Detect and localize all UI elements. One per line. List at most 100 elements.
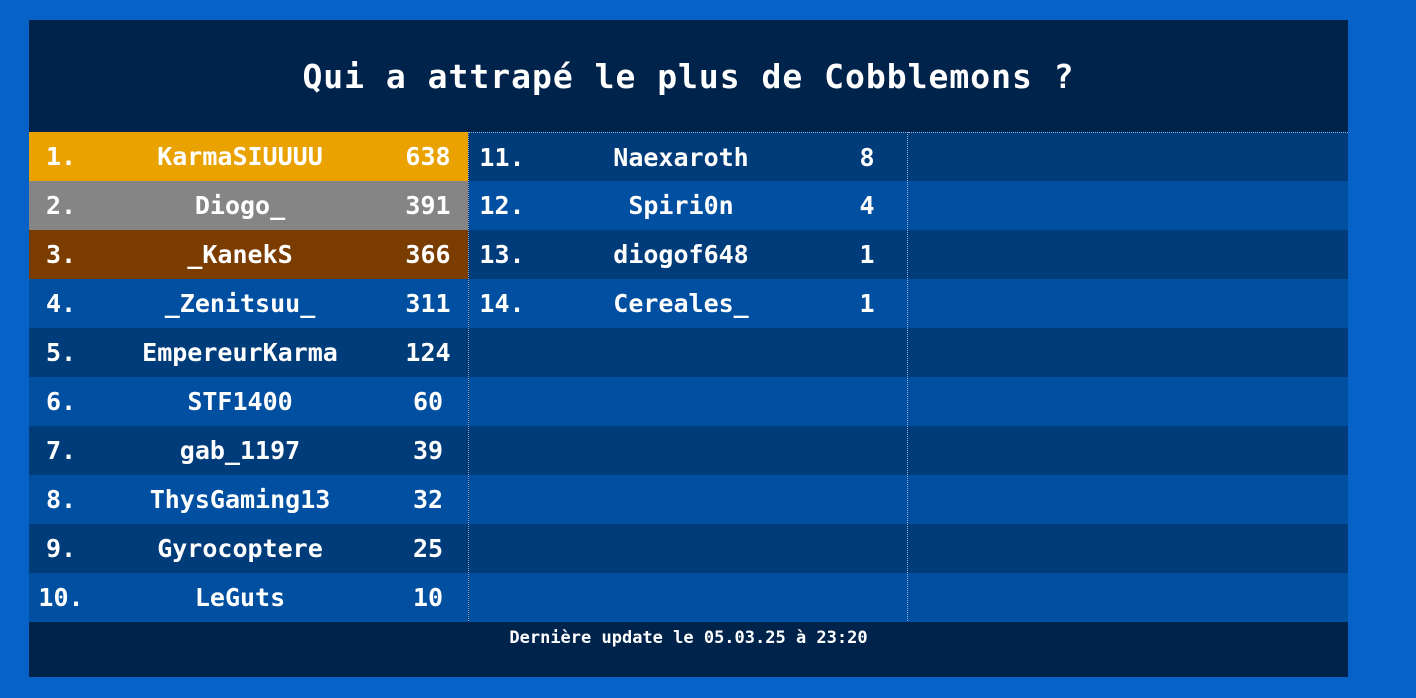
player-score (1266, 475, 1348, 524)
player-name (535, 524, 827, 573)
leaderboard-row (908, 181, 1348, 230)
player-rank: 1. (45, 142, 77, 171)
player-rank: 10. (38, 583, 84, 612)
leaderboard-panel: Qui a attrapé le plus de Cobblemons ? 1.… (29, 20, 1348, 677)
player-score (1266, 230, 1348, 279)
player-name (535, 377, 827, 426)
leaderboard-row: 7. gab_1197 39 (29, 426, 468, 475)
player-score: 638 (405, 142, 451, 171)
player-rank (908, 475, 972, 524)
player-rank (908, 573, 972, 622)
leaderboard-row (908, 426, 1348, 475)
player-rank (908, 279, 972, 328)
player-name: Cereales_ (613, 289, 749, 318)
player-score (1266, 133, 1348, 182)
player-rank: 6. (45, 387, 77, 416)
leaderboard-row: 6. STF1400 60 (29, 377, 468, 426)
player-name: Naexaroth (613, 143, 749, 172)
player-rank (469, 426, 535, 475)
player-score (1266, 181, 1348, 230)
leaderboard-row: 12. Spiri0n 4 (469, 181, 908, 230)
player-score: 311 (405, 289, 451, 318)
leaderboard-row (908, 377, 1348, 426)
player-score (1266, 328, 1348, 377)
last-update-text: Dernière update le 05.03.25 à 23:20 (509, 628, 868, 648)
leaderboard-row (469, 524, 908, 573)
player-score (827, 524, 907, 573)
leaderboard-row: 8. ThysGaming13 32 (29, 475, 468, 524)
leaderboard-row (908, 279, 1348, 328)
leaderboard-row (908, 524, 1348, 573)
player-rank: 11. (479, 143, 525, 172)
player-rank (908, 524, 972, 573)
player-score: 8 (859, 143, 875, 172)
player-name (535, 426, 827, 475)
leaderboard-column-3 (907, 132, 1348, 622)
player-rank: 5. (45, 338, 77, 367)
player-name: gab_1197 (179, 436, 301, 465)
leaderboard-row: 14. Cereales_ 1 (469, 279, 908, 328)
player-score (1266, 573, 1348, 622)
player-rank (908, 181, 972, 230)
leaderboard-row: 10. LeGuts 10 (29, 573, 468, 622)
player-score: 39 (412, 436, 444, 465)
player-score (1266, 279, 1348, 328)
player-name (972, 524, 1266, 573)
player-rank (908, 230, 972, 279)
player-name (972, 426, 1266, 475)
player-score: 10 (412, 583, 444, 612)
player-rank (469, 475, 535, 524)
player-name (535, 328, 827, 377)
player-rank (908, 377, 972, 426)
player-name: Gyrocoptere (157, 534, 323, 563)
player-rank (469, 328, 535, 377)
player-rank: 13. (479, 240, 525, 269)
player-name: EmpereurKarma (142, 338, 338, 367)
player-name: ThysGaming13 (149, 485, 331, 514)
leaderboard-row (469, 475, 908, 524)
player-score: 32 (412, 485, 444, 514)
player-score (1266, 426, 1348, 475)
player-score (1266, 377, 1348, 426)
player-name (972, 328, 1266, 377)
player-rank (469, 573, 535, 622)
player-name (535, 475, 827, 524)
player-rank: 7. (45, 436, 77, 465)
player-score (827, 573, 907, 622)
leaderboard-row: 9. Gyrocoptere 25 (29, 524, 468, 573)
leaderboard-row (469, 573, 908, 622)
player-score: 391 (405, 191, 451, 220)
player-name: _KanekS (187, 240, 293, 269)
player-name (972, 133, 1266, 182)
player-name: diogof648 (613, 240, 749, 269)
leaderboard-title: Qui a attrapé le plus de Cobblemons ? (302, 56, 1075, 96)
player-rank: 12. (479, 191, 525, 220)
player-rank (908, 426, 972, 475)
leaderboard-row: 13. diogof648 1 (469, 230, 908, 279)
player-rank: 4. (45, 289, 77, 318)
player-name: LeGuts (194, 583, 286, 612)
player-name (972, 475, 1266, 524)
player-rank (908, 133, 972, 182)
player-score: 366 (405, 240, 451, 269)
player-rank: 14. (479, 289, 525, 318)
player-rank (908, 328, 972, 377)
player-score: 124 (405, 338, 451, 367)
player-rank (469, 524, 535, 573)
leaderboard-row: 2. Diogo_ 391 (29, 181, 468, 230)
player-score: 1 (859, 240, 875, 269)
leaderboard-row (908, 475, 1348, 524)
player-rank: 2. (45, 191, 77, 220)
player-name (972, 573, 1266, 622)
player-score (1266, 524, 1348, 573)
leaderboard-row: 4. _Zenitsuu_ 311 (29, 279, 468, 328)
leaderboard-row (469, 377, 908, 426)
player-name: Spiri0n (628, 191, 734, 220)
player-name (972, 377, 1266, 426)
leaderboard-column-2: 11. Naexaroth 8 12. Spiri0n 4 13. diogof648 1 14.… (468, 132, 908, 622)
player-score (827, 377, 907, 426)
player-name: Diogo_ (194, 191, 286, 220)
player-score: 60 (412, 387, 444, 416)
player-name: STF1400 (187, 387, 293, 416)
leaderboard-row: 3. _KanekS 366 (29, 230, 468, 279)
